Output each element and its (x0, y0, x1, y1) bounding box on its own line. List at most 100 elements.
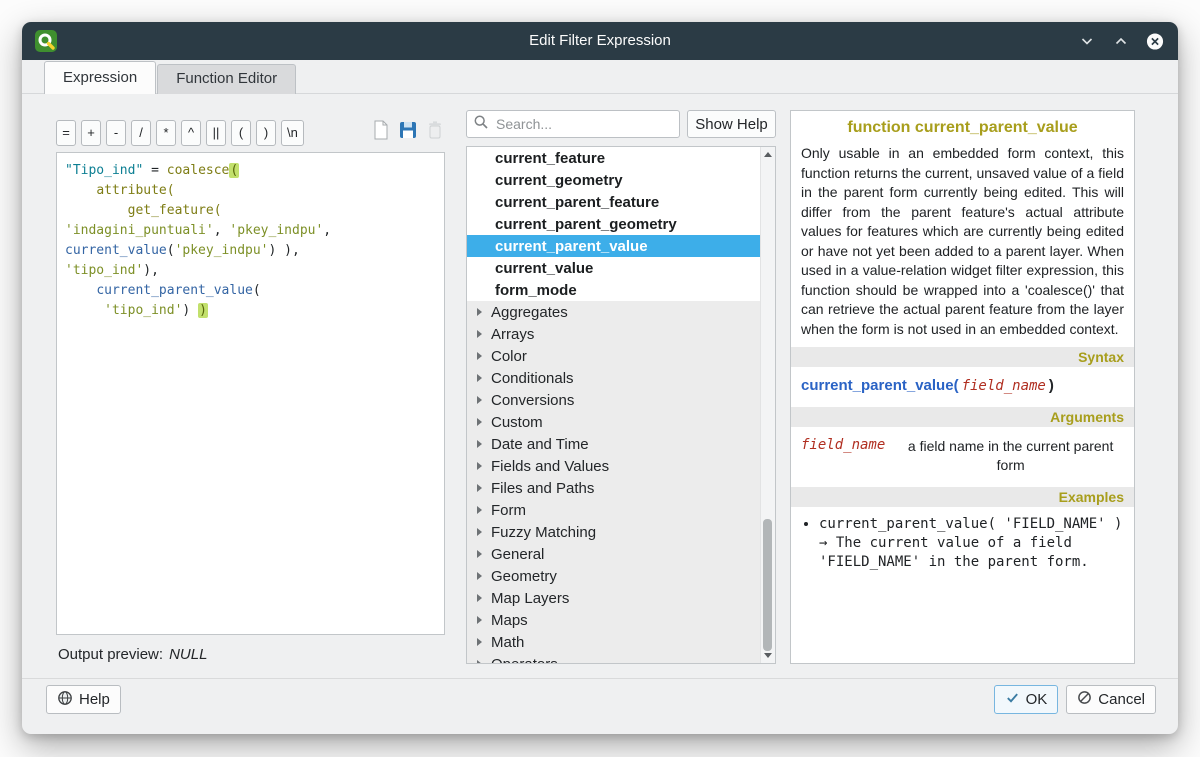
function-list-item-current-parent-value[interactable]: current_parent_value (467, 235, 761, 257)
function-list-item-aggregates[interactable]: Aggregates (467, 301, 761, 323)
operator-buttons: =+-/*^||()\n (56, 120, 304, 146)
operator-button-close-paren[interactable]: ) (256, 120, 276, 146)
maximize-chevron-up-icon[interactable] (1112, 32, 1130, 50)
expand-triangle-icon[interactable] (477, 418, 482, 426)
titlebar[interactable]: Edit Filter Expression (22, 22, 1178, 60)
expand-triangle-icon[interactable] (477, 638, 482, 646)
code-token: 'pkey_indpu' (229, 223, 323, 238)
output-preview-label: Output preview: (58, 646, 163, 663)
function-list-item-current-geometry[interactable]: current_geometry (467, 169, 761, 191)
delete-expression-icon[interactable] (425, 119, 445, 146)
function-list-item-label: Aggregates (491, 304, 568, 321)
ok-button[interactable]: OK (994, 685, 1059, 714)
code-token: current_value (65, 243, 167, 258)
function-list-item-conditionals[interactable]: Conditionals (467, 367, 761, 389)
help-button[interactable]: Help (46, 685, 121, 714)
operator-button-concatenate[interactable]: || (206, 120, 226, 146)
operator-button-equals[interactable]: = (56, 120, 76, 146)
function-list-item-arrays[interactable]: Arrays (467, 323, 761, 345)
expand-triangle-icon[interactable] (477, 506, 482, 514)
expand-triangle-icon[interactable] (477, 462, 482, 470)
expand-triangle-icon[interactable] (477, 330, 482, 338)
function-list-item-files-and-paths[interactable]: Files and Paths (467, 477, 761, 499)
function-list-item-general[interactable]: General (467, 543, 761, 565)
new-expression-icon[interactable] (371, 119, 391, 146)
scroll-down-arrow-icon[interactable] (764, 653, 772, 658)
operator-button-newline[interactable]: \n (281, 120, 304, 146)
function-list-item-geometry[interactable]: Geometry (467, 565, 761, 587)
footer-separator (22, 678, 1178, 679)
function-list-item-label: Maps (491, 612, 528, 629)
function-list-item-math[interactable]: Math (467, 631, 761, 653)
help-title: function current_parent_value (791, 111, 1134, 142)
function-list-item-conversions[interactable]: Conversions (467, 389, 761, 411)
function-list-item-current-value[interactable]: current_value (467, 257, 761, 279)
help-globe-icon (57, 690, 73, 710)
expand-triangle-icon[interactable] (477, 484, 482, 492)
function-list-item-label: Operators (491, 656, 558, 664)
scroll-up-arrow-icon[interactable] (764, 152, 772, 157)
function-list-item-form[interactable]: Form (467, 499, 761, 521)
operator-button-divide[interactable]: / (131, 120, 151, 146)
function-list-item-current-parent-geometry[interactable]: current_parent_geometry (467, 213, 761, 235)
expand-triangle-icon[interactable] (477, 440, 482, 448)
tab-function-editor[interactable]: Function Editor (157, 64, 296, 94)
expand-triangle-icon[interactable] (477, 374, 482, 382)
function-list-item-label: Arrays (491, 326, 534, 343)
expand-triangle-icon[interactable] (477, 572, 482, 580)
operator-button-multiply[interactable]: * (156, 120, 176, 146)
function-list-item-map-layers[interactable]: Map Layers (467, 587, 761, 609)
operator-button-minus[interactable]: - (106, 120, 126, 146)
expand-triangle-icon[interactable] (477, 594, 482, 602)
code-line: current_value('pkey_indpu') ), (65, 241, 436, 261)
expand-triangle-icon[interactable] (477, 616, 482, 624)
function-list-item-label: Conditionals (491, 370, 574, 387)
shade-chevron-down-icon[interactable] (1078, 32, 1096, 50)
search-input[interactable] (494, 115, 679, 133)
function-list-item-date-and-time[interactable]: Date and Time (467, 433, 761, 455)
function-list-item-custom[interactable]: Custom (467, 411, 761, 433)
expand-triangle-icon[interactable] (477, 550, 482, 558)
function-list-item-operators[interactable]: Operators (467, 653, 761, 663)
operator-button-plus[interactable]: + (81, 120, 101, 146)
expand-triangle-icon[interactable] (477, 308, 482, 316)
function-list-item-current-parent-feature[interactable]: current_parent_feature (467, 191, 761, 213)
footer-buttons: OK Cancel (994, 685, 1156, 714)
expand-triangle-icon[interactable] (477, 396, 482, 404)
operator-button-open-paren[interactable]: ( (231, 120, 251, 146)
function-list-item-color[interactable]: Color (467, 345, 761, 367)
function-list-item-form-mode[interactable]: form_mode (467, 279, 761, 301)
operator-button-power[interactable]: ^ (181, 120, 201, 146)
close-icon[interactable] (1146, 32, 1164, 50)
save-expression-icon[interactable] (397, 119, 419, 146)
show-help-button[interactable]: Show Help (687, 110, 776, 138)
function-list-item-label: Math (491, 634, 524, 651)
code-token: coalesce (167, 163, 230, 178)
expand-triangle-icon[interactable] (477, 660, 482, 663)
function-list-item-label: Form (491, 502, 526, 519)
syntax-section-header: Syntax (791, 347, 1134, 367)
function-list-item-current-feature[interactable]: current_feature (467, 147, 761, 169)
code-token: ) (198, 303, 208, 318)
function-list-scrollbar[interactable] (760, 147, 775, 663)
help-button-label: Help (79, 691, 110, 708)
syntax-line: current_parent_value(field_name) (791, 367, 1134, 407)
argument-name: field_name (801, 437, 885, 475)
function-list-item-fuzzy-matching[interactable]: Fuzzy Matching (467, 521, 761, 543)
syntax-function-name: current_parent_value( (801, 377, 959, 394)
syntax-argument: field_name (962, 378, 1046, 394)
code-token: ( (253, 283, 261, 298)
code-line: get_feature( (65, 201, 436, 221)
output-preview-value: NULL (169, 646, 207, 663)
scrollbar-thumb[interactable] (763, 519, 772, 651)
cancel-button-label: Cancel (1098, 691, 1145, 708)
expand-triangle-icon[interactable] (477, 352, 482, 360)
function-list-item-maps[interactable]: Maps (467, 609, 761, 631)
cancel-button[interactable]: Cancel (1066, 685, 1156, 714)
function-list-item-fields-and-values[interactable]: Fields and Values (467, 455, 761, 477)
function-list-item-label: form_mode (495, 282, 577, 299)
tab-expression[interactable]: Expression (44, 61, 156, 94)
expression-editor[interactable]: "Tipo_ind" = coalesce( attribute( get_fe… (56, 152, 445, 635)
code-line: 'tipo_ind') ) (65, 301, 436, 321)
expand-triangle-icon[interactable] (477, 528, 482, 536)
